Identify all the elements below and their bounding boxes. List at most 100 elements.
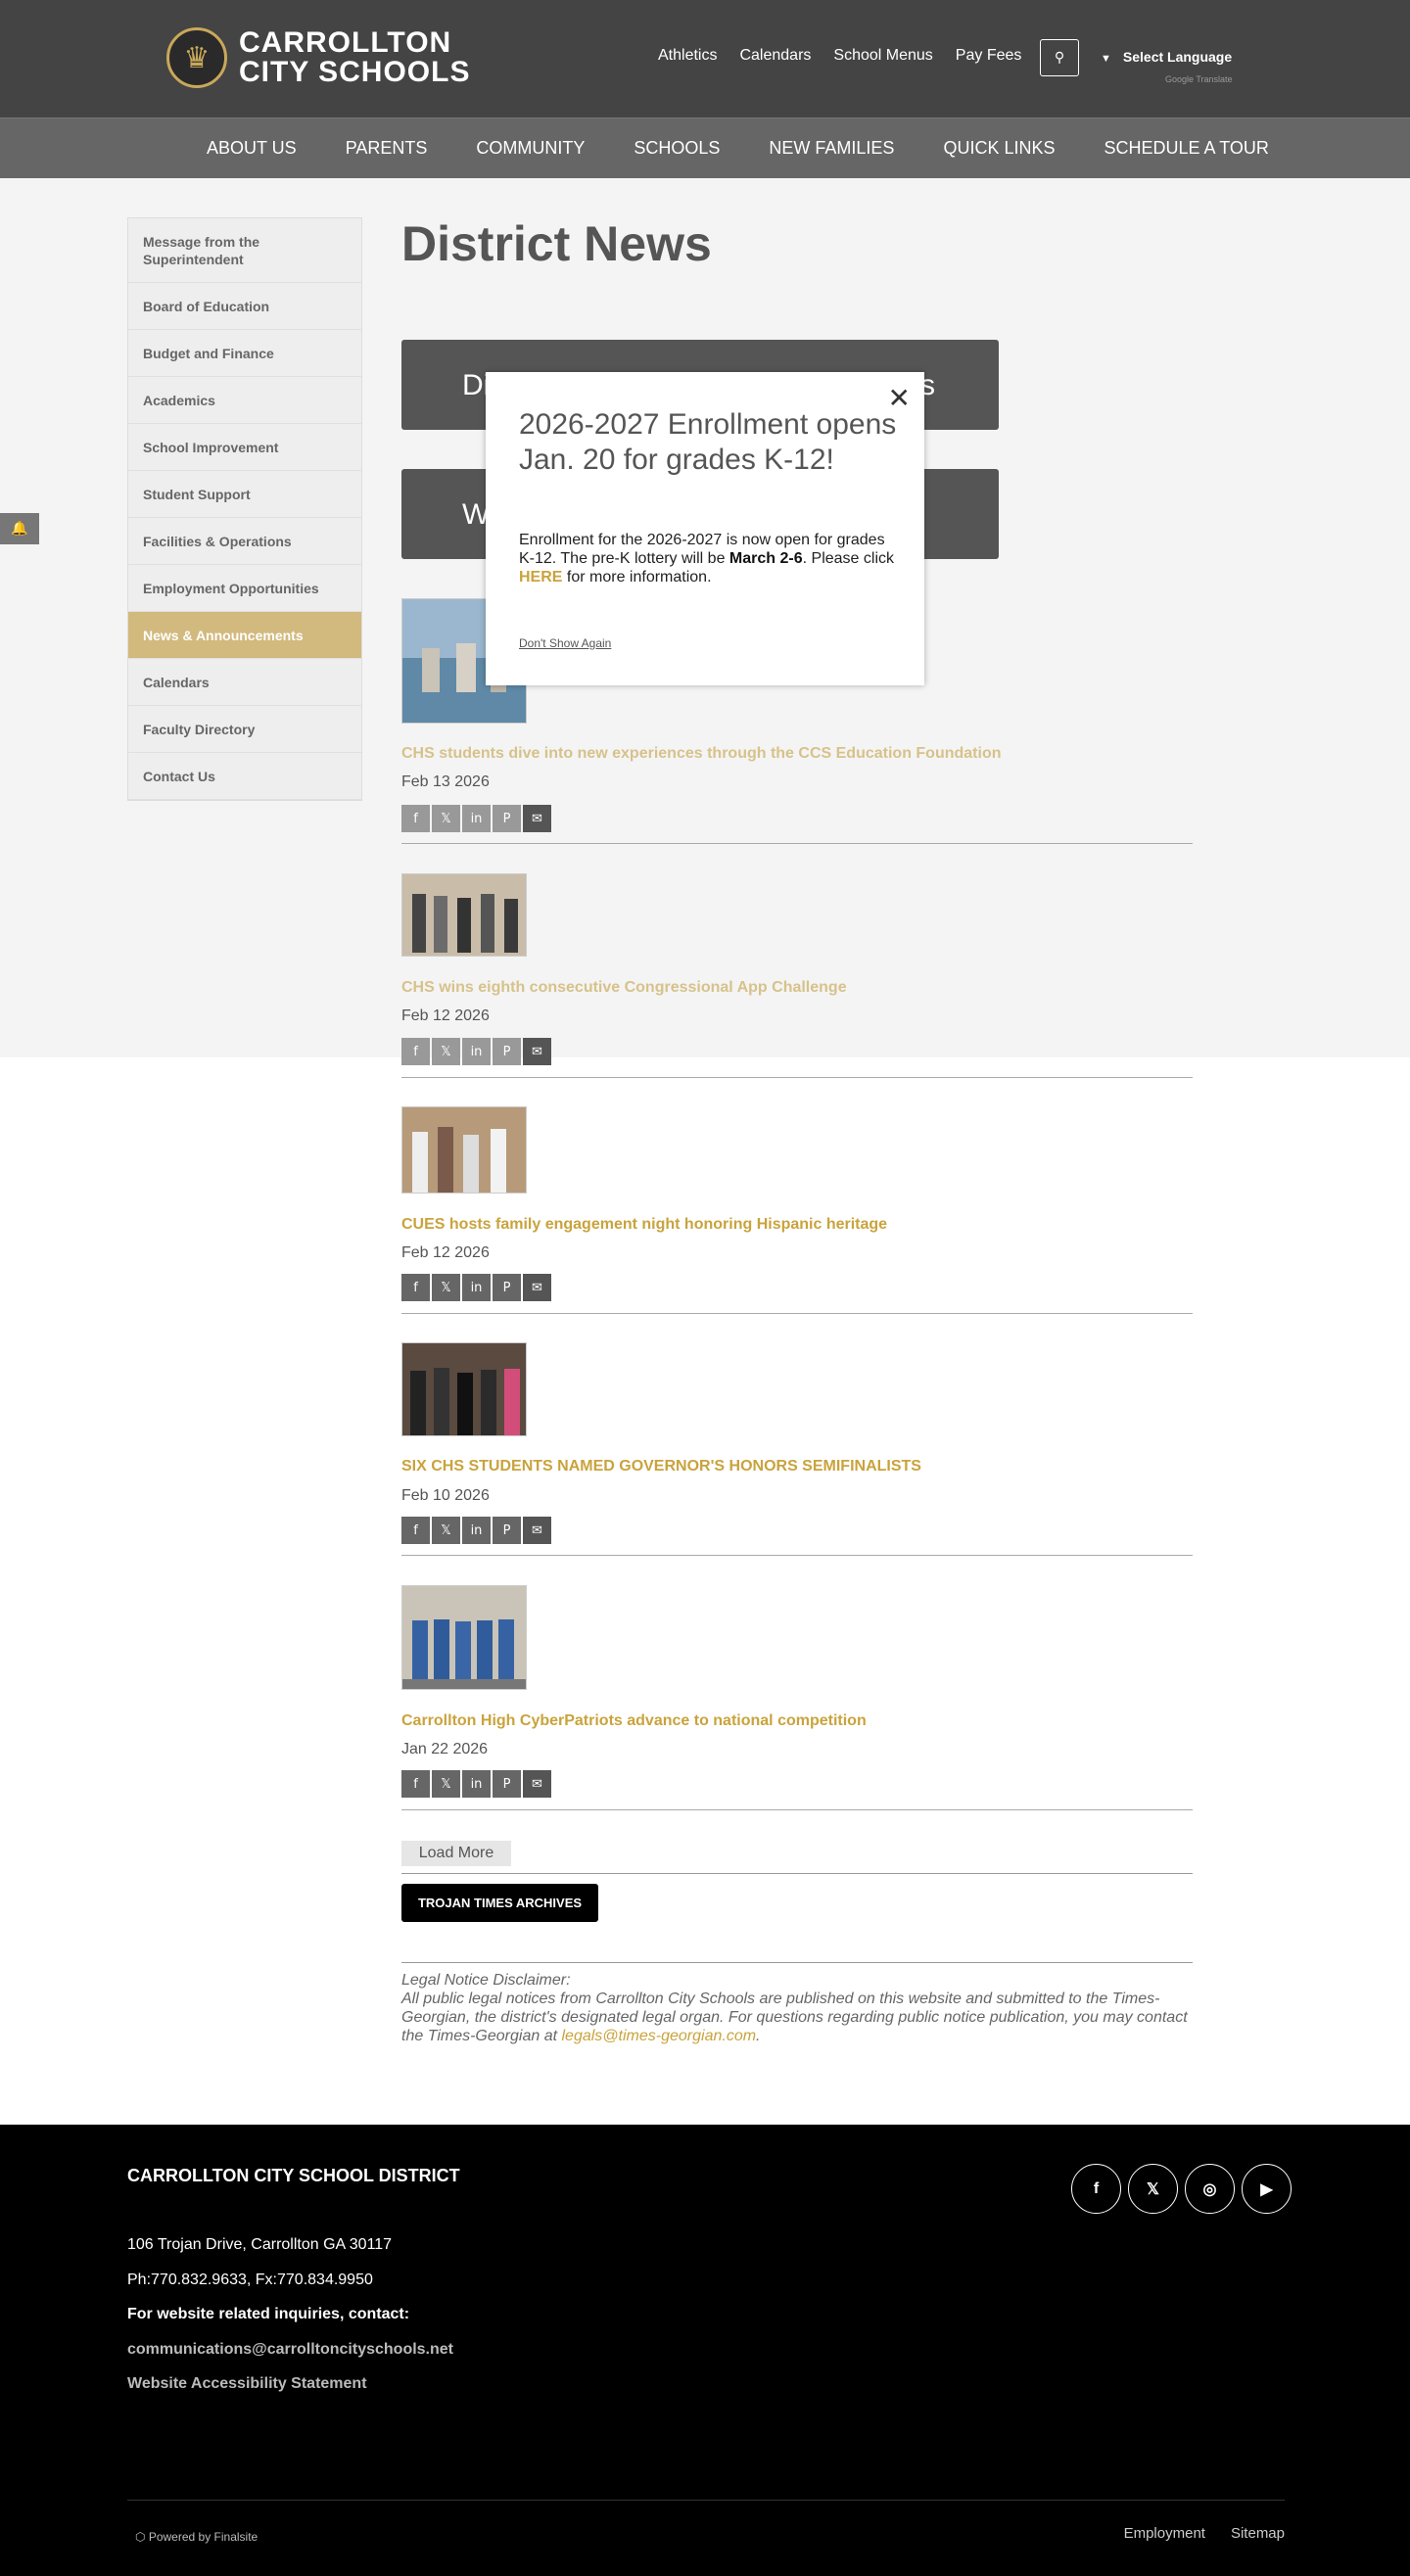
sidebar-item-calendars[interactable]: Calendars — [128, 659, 361, 706]
twitter-icon[interactable]: 𝕏 — [1128, 2164, 1178, 2214]
news-date: Feb 12 2026 — [401, 1007, 490, 1024]
sidebar-item-employment[interactable]: Employment Opportunities — [128, 565, 361, 612]
x-icon[interactable]: 𝕏 — [432, 805, 460, 832]
sidebar-item-message-superintendent[interactable]: Message from the Superintendent — [128, 218, 361, 283]
search-button[interactable]: ⚲ — [1040, 39, 1079, 76]
sidebar-item-board-of-education[interactable]: Board of Education — [128, 283, 361, 330]
finalsite-icon: ⬡ — [135, 2530, 146, 2544]
language-select[interactable]: ▼ Select Language — [1101, 49, 1232, 65]
modal-body-end: for more information. — [566, 569, 712, 585]
footer-link-sitemap[interactable]: Sitemap — [1231, 2525, 1285, 2542]
sidebar-item-academics[interactable]: Academics — [128, 377, 361, 424]
alerts-tab[interactable]: 🔔 — [0, 513, 39, 544]
pinterest-icon[interactable]: P — [493, 1038, 521, 1065]
sidebar-item-contact-us[interactable]: Contact Us — [128, 753, 361, 800]
footer-link-employment[interactable]: Employment — [1124, 2525, 1205, 2542]
pinterest-icon[interactable]: P — [493, 1274, 521, 1301]
divider — [401, 1962, 1193, 1963]
email-icon[interactable]: ✉ — [523, 1517, 551, 1544]
email-icon[interactable]: ✉ — [523, 1038, 551, 1065]
sidebar-item-student-support[interactable]: Student Support — [128, 471, 361, 518]
load-more-button[interactable]: Load More — [401, 1841, 511, 1866]
news-date: Feb 13 2026 — [401, 773, 490, 790]
facebook-icon[interactable]: f — [401, 1770, 430, 1798]
sidebar-item-facilities-operations[interactable]: Facilities & Operations — [128, 518, 361, 565]
utility-links: Athletics Calendars School Menus Pay Fee… — [658, 47, 1021, 65]
x-icon[interactable]: 𝕏 — [432, 1517, 460, 1544]
sidebar-item-budget-finance[interactable]: Budget and Finance — [128, 330, 361, 377]
top-link-school-menus[interactable]: School Menus — [833, 47, 932, 65]
nav-parents[interactable]: PARENTS — [346, 138, 428, 159]
x-icon[interactable]: 𝕏 — [432, 1770, 460, 1798]
pinterest-icon[interactable]: P — [493, 1770, 521, 1798]
news-title[interactable]: CHS wins eighth consecutive Congressiona… — [401, 979, 847, 997]
news-date: Feb 10 2026 — [401, 1487, 490, 1504]
facebook-icon[interactable]: f — [401, 1274, 430, 1301]
instagram-icon[interactable]: ◎ — [1185, 2164, 1235, 2214]
linkedin-icon[interactable]: in — [462, 1038, 491, 1065]
nav-schedule-a-tour[interactable]: SCHEDULE A TOUR — [1104, 138, 1268, 159]
legal-email-link[interactable]: legals@times-georgian.com — [562, 2028, 757, 2044]
facebook-icon[interactable]: f — [1071, 2164, 1121, 2214]
sidebar-item-faculty-directory[interactable]: Faculty Directory — [128, 706, 361, 753]
news-title[interactable]: Carrollton High CyberPatriots advance to… — [401, 1712, 867, 1730]
news-title[interactable]: SIX CHS STUDENTS NAMED GOVERNOR'S HONORS… — [401, 1458, 921, 1475]
legal-end: . — [756, 2028, 761, 2044]
x-icon[interactable]: 𝕏 — [432, 1274, 460, 1301]
nav-about-us[interactable]: ABOUT US — [207, 138, 297, 159]
linkedin-icon[interactable]: in — [462, 805, 491, 832]
modal-here-link[interactable]: HERE — [519, 569, 562, 585]
youtube-icon[interactable]: ▶ — [1242, 2164, 1292, 2214]
linkedin-icon[interactable]: in — [462, 1517, 491, 1544]
footer-email-link[interactable]: communications@carrolltoncityschools.net — [127, 2341, 453, 2359]
powered-by-finalsite[interactable]: ⬡ Powered by Finalsite — [135, 2530, 258, 2544]
logo-line-2: CITY SCHOOLS — [239, 56, 471, 88]
top-link-calendars[interactable]: Calendars — [739, 47, 811, 65]
divider — [401, 1873, 1193, 1874]
linkedin-icon[interactable]: in — [462, 1770, 491, 1798]
news-item: SIX CHS STUDENTS NAMED GOVERNOR'S HONORS… — [401, 1342, 1193, 1556]
news-date: Feb 12 2026 — [401, 1244, 490, 1261]
legal-body: All public legal notices from Carrollton… — [401, 1990, 1193, 2045]
nav-community[interactable]: COMMUNITY — [476, 138, 585, 159]
news-thumbnail-5[interactable] — [401, 1585, 527, 1690]
site-logo[interactable]: ♛ CARROLLTON CITY SCHOOLS — [166, 27, 470, 88]
top-link-pay-fees[interactable]: Pay Fees — [956, 47, 1022, 65]
facebook-icon[interactable]: f — [401, 1038, 430, 1065]
share-bar: f 𝕏in P ✉ — [401, 1770, 551, 1798]
footer-phone: Ph:770.832.9633, Fx:770.834.9950 — [127, 2272, 373, 2288]
sidebar-item-school-improvement[interactable]: School Improvement — [128, 424, 361, 471]
news-thumbnail-2[interactable] — [401, 873, 527, 957]
email-icon[interactable]: ✉ — [523, 1770, 551, 1798]
news-item: Carrollton High CyberPatriots advance to… — [401, 1585, 1193, 1810]
email-icon[interactable]: ✉ — [523, 1274, 551, 1301]
pinterest-icon[interactable]: P — [493, 805, 521, 832]
news-item: CHS wins eighth consecutive Congressiona… — [401, 873, 1193, 1078]
site-footer: CARROLLTON CITY SCHOOL DISTRICT f 𝕏 ◎ ▶ … — [0, 2125, 1410, 2576]
share-bar: f 𝕏in P ✉ — [401, 1038, 551, 1065]
pinterest-icon[interactable]: P — [493, 1517, 521, 1544]
top-link-athletics[interactable]: Athletics — [658, 47, 717, 65]
facebook-icon[interactable]: f — [401, 805, 430, 832]
news-thumbnail-3[interactable] — [401, 1106, 527, 1194]
bell-icon: 🔔 — [11, 521, 28, 537]
accessibility-statement-link[interactable]: Website Accessibility Statement — [127, 2375, 367, 2393]
trojan-times-archives-button[interactable]: TROJAN TIMES ARCHIVES — [401, 1884, 598, 1922]
sidebar-item-news-announcements[interactable]: News & Announcements — [128, 612, 361, 659]
footer-address: 106 Trojan Drive, Carrollton GA 30117 — [127, 2236, 393, 2253]
x-icon[interactable]: 𝕏 — [432, 1038, 460, 1065]
nav-schools[interactable]: SCHOOLS — [634, 138, 720, 159]
news-title[interactable]: CHS students dive into new experiences t… — [401, 745, 1002, 763]
section-sidebar: Message from the Superintendent Board of… — [127, 217, 362, 801]
nav-new-families[interactable]: NEW FAMILIES — [769, 138, 894, 159]
dont-show-again-link[interactable]: Don't Show Again — [519, 636, 611, 650]
logo-line-1: CARROLLTON — [239, 26, 452, 59]
linkedin-icon[interactable]: in — [462, 1274, 491, 1301]
email-icon[interactable]: ✉ — [523, 805, 551, 832]
facebook-icon[interactable]: f — [401, 1517, 430, 1544]
news-thumbnail-4[interactable] — [401, 1342, 527, 1436]
news-title[interactable]: CUES hosts family engagement night honor… — [401, 1216, 887, 1234]
nav-quick-links[interactable]: QUICK LINKS — [943, 138, 1055, 159]
news-item: CUES hosts family engagement night honor… — [401, 1106, 1193, 1314]
search-icon: ⚲ — [1054, 50, 1065, 66]
